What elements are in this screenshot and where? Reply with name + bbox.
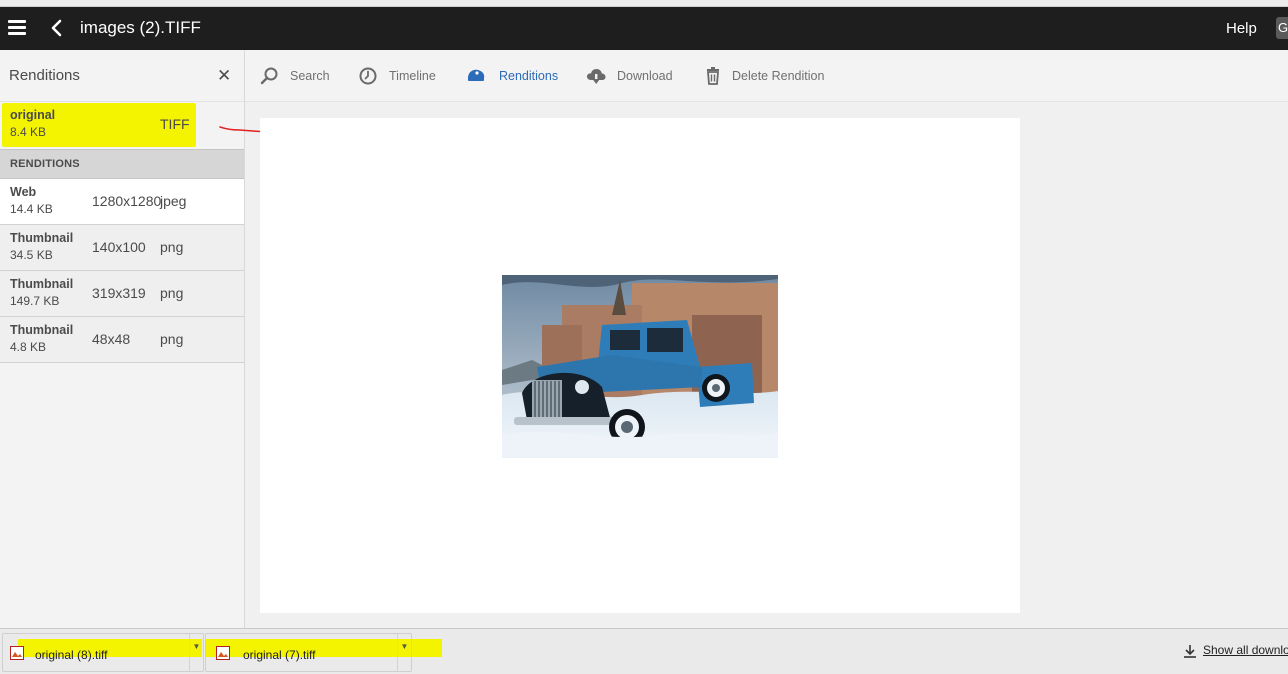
rendition-row[interactable]: Thumbnail 149.7 KB 319x319 png: [0, 271, 244, 317]
rendition-row[interactable]: Thumbnail 34.5 KB 140x100 png: [0, 225, 244, 271]
rendition-dimensions: 319x319: [92, 285, 146, 301]
rendition-row[interactable]: Thumbnail 4.8 KB 48x48 png: [0, 317, 244, 363]
renditions-icon: [468, 69, 485, 81]
download-item[interactable]: original (7).tiff ▼: [205, 633, 412, 672]
rendition-dimensions: 140x100: [92, 239, 146, 255]
renditions-label: Renditions: [499, 69, 559, 83]
download-file-name: original (8).tiff: [35, 648, 108, 662]
rendition-size: 34.5 KB: [10, 248, 53, 262]
search-icon: [260, 67, 278, 85]
rendition-row[interactable]: Web 14.4 KB 1280x1280 jpeg: [0, 179, 244, 225]
original-rendition-row[interactable]: original 8.4 KB TIFF: [0, 102, 244, 149]
help-link[interactable]: Help: [1226, 20, 1257, 37]
clock-icon: [359, 67, 377, 85]
cloud-download-icon: [587, 69, 606, 84]
renditions-section-label: RENDITIONS: [0, 149, 244, 179]
trash-icon: [707, 67, 719, 85]
rendition-format: png: [160, 331, 184, 347]
hamburger-icon[interactable]: [8, 20, 26, 36]
renditions-rail: Renditions ✕ original 8.4 KB TIFF RENDIT…: [0, 50, 245, 628]
rendition-format: png: [160, 239, 184, 255]
rendition-format: TIFF: [160, 116, 190, 132]
image-file-icon: [216, 646, 230, 660]
truck-photo-image: [502, 275, 778, 458]
asset-preview-canvas: [260, 118, 1020, 613]
rendition-format: jpeg: [160, 193, 187, 209]
search-label: Search: [290, 69, 330, 83]
page-title: images (2).TIFF: [80, 18, 201, 37]
chevron-left-icon[interactable]: [47, 18, 67, 38]
browser-download-bar: original (8).tiff ▼ original (7).tiff ▼ …: [0, 628, 1288, 674]
rendition-size: 14.4 KB: [10, 202, 53, 216]
rendition-size: 8.4 KB: [10, 125, 47, 139]
rail-title: Renditions: [9, 67, 80, 84]
app-header: images (2).TIFF Help G: [0, 7, 1288, 50]
rendition-name: Thumbnail: [10, 323, 74, 337]
rendition-size: 149.7 KB: [10, 294, 60, 308]
browser-top-strip: [0, 0, 1288, 7]
show-all-downloads-link[interactable]: Show all downloads: [1183, 643, 1288, 658]
delete-rendition-label: Delete Rendition: [732, 69, 825, 83]
rendition-name: Thumbnail: [10, 231, 74, 245]
chevron-down-icon[interactable]: ▼: [397, 634, 411, 671]
rendition-name: Web: [10, 185, 37, 199]
show-all-downloads-label: Show all downloads: [1203, 643, 1288, 657]
image-file-icon: [10, 646, 24, 660]
rendition-size: 4.8 KB: [10, 340, 47, 354]
rail-header: Renditions ✕: [0, 50, 244, 102]
close-icon[interactable]: ✕: [217, 66, 231, 86]
timeline-label: Timeline: [389, 69, 436, 83]
download-arrow-icon: [1184, 645, 1196, 658]
rendition-format: png: [160, 285, 184, 301]
rendition-dimensions: 48x48: [92, 331, 131, 347]
action-toolbar: Search Timeline Renditions Download Dele…: [245, 50, 1288, 102]
chevron-down-icon[interactable]: ▼: [189, 634, 203, 671]
download-file-name: original (7).tiff: [243, 648, 316, 662]
rendition-dimensions: 1280x1280: [92, 193, 162, 209]
rendition-name: Thumbnail: [10, 277, 74, 291]
user-menu-button[interactable]: G: [1276, 17, 1288, 39]
download-label: Download: [617, 69, 673, 83]
rendition-name: original: [10, 108, 56, 122]
download-item[interactable]: original (8).tiff ▼: [2, 633, 204, 672]
